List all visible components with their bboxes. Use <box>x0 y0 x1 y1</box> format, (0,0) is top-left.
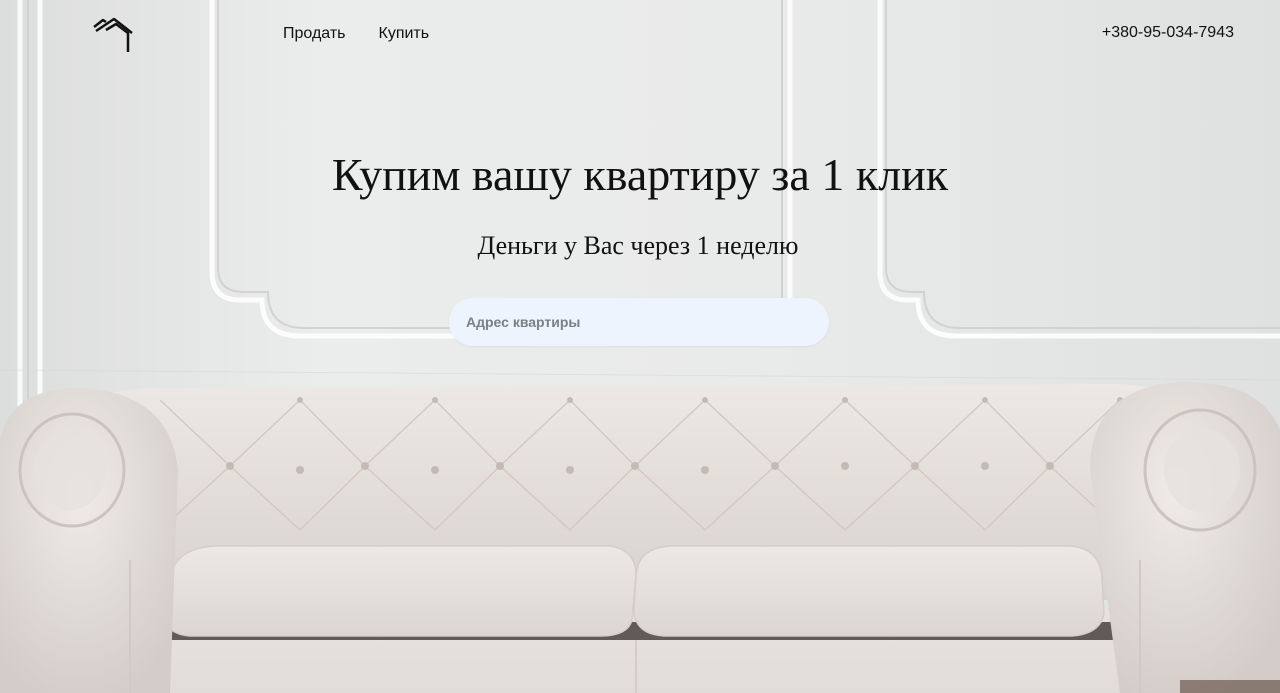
hero-background-image <box>0 0 1280 693</box>
main-nav: Продать Купить <box>283 25 429 43</box>
hero-section: Продать Купить +380-95-034-7943 Купим ва… <box>0 0 1280 693</box>
hero-subtitle: Деньги у Вас через 1 неделю <box>477 231 799 260</box>
logo-link[interactable] <box>92 16 136 54</box>
nav-link-buy[interactable]: Купить <box>379 25 430 43</box>
hero-title: Купим вашу квартиру за 1 клик <box>331 149 949 200</box>
site-header: Продать Купить +380-95-034-7943 <box>0 0 1280 70</box>
address-input[interactable] <box>449 298 829 346</box>
nav-link-sell[interactable]: Продать <box>283 25 346 43</box>
house-icon <box>93 17 133 52</box>
phone-link[interactable]: +380-95-034-7943 <box>1102 24 1234 42</box>
